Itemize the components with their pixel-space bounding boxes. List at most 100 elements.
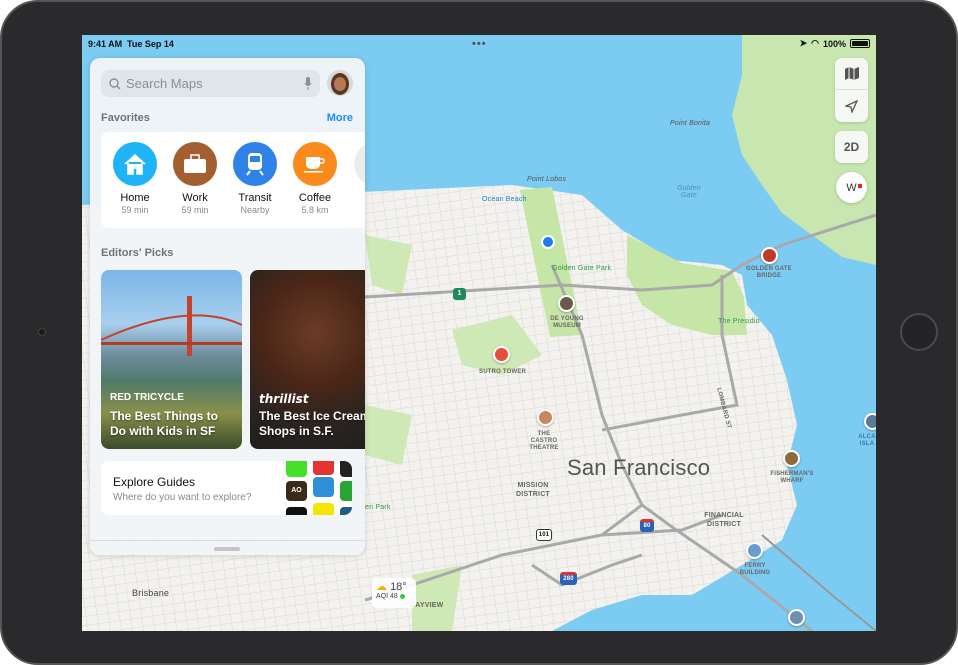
bay-bridge-pin[interactable] (788, 609, 805, 626)
golden-gate-bridge-photo (101, 296, 242, 356)
weather-widget[interactable]: ☁ 18° AQI 48 (372, 578, 416, 608)
de-young-pin[interactable] (558, 295, 575, 312)
golden-gate-bridge-pin[interactable] (761, 247, 778, 264)
favorite-label: Work (182, 192, 208, 204)
label-golden-gate-bridge: GOLDEN GATE BRIDGE (746, 266, 792, 279)
fishermans-wharf-pin[interactable] (783, 450, 800, 467)
guide-publisher-icon (313, 503, 334, 515)
status-time: 9:41 AM (88, 39, 123, 49)
compass-heading: W (846, 181, 857, 194)
favorite-sub: 59 min (181, 205, 209, 215)
label-sutro: SUTRO TOWER (479, 369, 527, 375)
search-placeholder: Search Maps (126, 76, 203, 91)
thrillist-logo: thrillist (259, 392, 309, 406)
sutro-tower-pin[interactable] (493, 346, 510, 363)
weather-temp: 18° (390, 581, 407, 593)
map-controls (835, 58, 868, 122)
favorite-sub: 59 min (121, 205, 149, 215)
guide-publisher-icon (340, 461, 352, 477)
i280-shield: 280 (560, 572, 577, 585)
label-point-lobos: Point Lobos (527, 176, 567, 183)
view-mode-control: 2D (835, 131, 868, 163)
partly-cloudy-icon: ☁ (376, 581, 387, 593)
hwy-101-shield: 101 (536, 529, 552, 541)
panel-resize-handle[interactable] (214, 547, 240, 551)
ferry-building-pin[interactable] (746, 542, 763, 559)
compass-button[interactable]: W (836, 172, 867, 203)
i80-shield: 80 (640, 519, 654, 532)
front-camera (38, 328, 46, 336)
editors-picks-title: Editors' Picks (101, 247, 174, 259)
label-financial: FINANCIAL DISTRICT (704, 512, 744, 528)
favorite-coffee[interactable]: Coffee 5.8 km (285, 142, 345, 215)
label-brisbane: Brisbane (132, 588, 170, 598)
wifi-icon: ◠ (811, 38, 819, 48)
favorite-home[interactable]: Home 59 min (105, 142, 165, 215)
map-mode-button[interactable] (835, 58, 868, 90)
explore-guides-card[interactable]: Explore Guides Where do you want to expl… (101, 461, 352, 515)
label-alcatraz: ALCA ISLA (858, 434, 876, 447)
multitasking-dots[interactable]: ••• (472, 38, 487, 50)
hwy-1-shield: 1 (453, 288, 466, 300)
microphone-icon[interactable] (304, 77, 312, 90)
map-icon (844, 67, 859, 80)
favorite-label: Transit (238, 192, 272, 204)
label-mission: MISSION DISTRICT (516, 482, 550, 498)
aqi-status-dot (399, 594, 405, 599)
panel-divider (90, 540, 365, 541)
favorite-label: Home (120, 192, 150, 204)
briefcase-icon (173, 142, 217, 186)
guide-publisher-icon: AO (286, 481, 307, 501)
label-golden-gate-park: Golden Gate Park (552, 265, 612, 272)
favorite-label: Coffee (298, 192, 332, 204)
favorite-sub: Nearby (240, 205, 270, 215)
label-de-young: DE YOUNG MUSEUM (550, 316, 584, 329)
guide-publisher-icon (340, 481, 352, 501)
label-ocean-beach: Ocean Beach (482, 196, 527, 203)
maps-sidebar-panel: Search Maps Favorites More Home 59 min W… (90, 58, 365, 555)
memoji-icon (331, 73, 349, 95)
search-input[interactable]: Search Maps (101, 70, 320, 97)
red-tricycle-logo: RED TRICYCLE (110, 392, 184, 403)
label-castro: THE CASTRO THEATRE (529, 431, 559, 451)
guide-publisher-icon (340, 507, 352, 515)
pick-title: The Best Things to Do with Kids in SF (110, 409, 218, 438)
label-point-bonita: Point Bonita (670, 120, 711, 127)
avatar[interactable] (327, 70, 353, 96)
lonely-planet-icon (313, 477, 334, 497)
favorite-sub: 5.8 km (301, 205, 329, 215)
status-bar: 9:41 AM Tue Sep 14 ••• ➤ ◠ 100% (82, 35, 876, 53)
track-location-button[interactable] (835, 90, 868, 122)
screen: Point Bonita Point Lobos Golden Gate Oce… (82, 35, 876, 631)
home-button[interactable] (900, 313, 938, 351)
status-date: Tue Sep 14 (127, 39, 174, 49)
editors-pick-card-ice-cream[interactable]: thrillist The Best Ice Cream Shops in S.F… (250, 270, 365, 449)
location-arrow-icon (845, 99, 858, 113)
favorites-row: Home 59 min Work 59 min Transit Nearby C… (101, 132, 365, 228)
favorites-more-link[interactable]: More (327, 112, 353, 124)
explore-guides-title: Explore Guides (113, 475, 196, 489)
pick-title: The Best Ice Cream Shops in S.F. (259, 409, 365, 438)
location-services-icon: ➤ (799, 38, 808, 48)
coffee-cup-icon (293, 142, 337, 186)
label-presidio: The Presidio (718, 318, 760, 325)
explore-guides-subtitle: Where do you want to explore? (113, 492, 252, 503)
label-fishermans: FISHERMAN'S WHARF (770, 471, 814, 484)
label-ferry: FERRY BUILDING (739, 563, 771, 576)
house-icon (113, 142, 157, 186)
guide-publisher-icon (286, 507, 307, 515)
editors-pick-card-kids[interactable]: RED TRICYCLE The Best Things to Do with K… (101, 270, 242, 449)
guide-publisher-icon (286, 461, 307, 477)
label-mclaren-park: en Park (365, 504, 391, 511)
battery-percent: 100% (822, 38, 846, 49)
alcatraz-pin[interactable] (864, 413, 876, 430)
favorite-work[interactable]: Work 59 min (165, 142, 225, 215)
castro-theatre-pin[interactable] (537, 409, 554, 426)
city-label: San Francisco (567, 455, 711, 480)
aqi-label: AQI 48 (376, 593, 398, 600)
battery-icon (850, 39, 870, 48)
favorite-add-partial[interactable] (354, 142, 365, 186)
favorite-transit[interactable]: Transit Nearby (225, 142, 285, 215)
2d-button[interactable]: 2D (835, 131, 868, 163)
tram-icon (233, 142, 277, 186)
